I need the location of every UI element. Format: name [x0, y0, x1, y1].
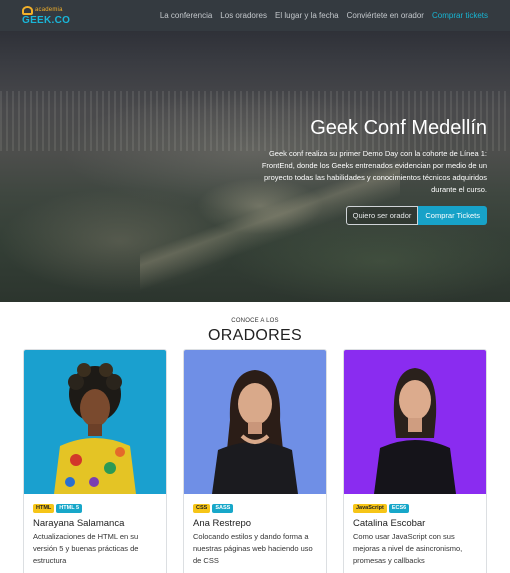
speaker-card[interactable]: CSS SASS Ana Restrepo Colocando estilos …	[183, 349, 327, 573]
speaker-card[interactable]: JavaScript ECS6 Catalina Escobar Como us…	[343, 349, 487, 573]
speaker-portrait-image	[374, 368, 456, 494]
speaker-name: Ana Restrepo	[193, 518, 252, 529]
nav-links: La conferencia Los oradores El lugar y l…	[156, 11, 492, 20]
tech-badge: JavaScript	[353, 504, 387, 513]
card-body: CSS SASS Ana Restrepo Colocando estilos …	[184, 494, 326, 567]
brand-logo[interactable]: academia GEEK.CO	[22, 5, 71, 26]
badge-group: JavaScript ECS6	[353, 504, 477, 513]
card-body: HTML HTML 5 Narayana Salamanca Actualiza…	[24, 494, 166, 567]
nav-link-conference[interactable]: La conferencia	[156, 11, 216, 20]
hero-banner: Geek Conf Medellín Geek conf realiza su …	[0, 31, 510, 302]
become-speaker-button[interactable]: Quiero ser orador	[345, 206, 419, 225]
tech-badge: HTML	[33, 504, 55, 513]
speaker-photo	[24, 350, 166, 494]
nav-link-place-date[interactable]: El lugar y la fecha	[271, 11, 343, 20]
hero-title: Geek Conf Medellín	[310, 117, 487, 139]
tech-badge: CSS	[193, 504, 211, 513]
speaker-portrait-image	[54, 363, 136, 494]
hero-content: Geek Conf Medellín Geek conf realiza su …	[257, 117, 487, 225]
nav-link-speakers[interactable]: Los oradores	[216, 11, 271, 20]
tech-badge: ECS6	[388, 504, 410, 513]
speaker-name: Catalina Escobar	[353, 518, 426, 529]
speaker-portrait-image	[212, 370, 298, 494]
speaker-card[interactable]: HTML HTML 5 Narayana Salamanca Actualiza…	[23, 349, 167, 573]
navbar: academia GEEK.CO La conferencia Los orad…	[0, 0, 510, 31]
section-title: ORADORES	[208, 327, 302, 344]
tech-badge: HTML 5	[56, 504, 83, 513]
speakers-section: CONOCE A LOS ORADORES HTML HTML 5 Naraya…	[0, 302, 510, 573]
hero-button-group: Quiero ser orador Comprar Tickets	[257, 206, 487, 225]
hero-description: Geek conf realiza su primer Demo Day con…	[261, 149, 487, 194]
speaker-description: Actualizaciones de HTML en su versión 5 …	[33, 532, 139, 565]
card-body: JavaScript ECS6 Catalina Escobar Como us…	[344, 494, 486, 567]
speaker-photo	[184, 350, 326, 494]
brand-small-text: academia	[35, 7, 63, 13]
speaker-description: Colocando estilos y dando forma a nuestr…	[193, 532, 313, 565]
speaker-description: Como usar JavaScript con sus mejoras a n…	[353, 532, 463, 565]
nav-link-become-speaker[interactable]: Conviértete en orador	[343, 11, 428, 20]
badge-group: CSS SASS	[193, 504, 317, 513]
buy-tickets-button[interactable]: Comprar Tickets	[418, 206, 487, 225]
speaker-photo	[344, 350, 486, 494]
tech-badge: SASS	[212, 504, 234, 513]
speaker-cards: HTML HTML 5 Narayana Salamanca Actualiza…	[23, 349, 487, 573]
nav-link-buy-tickets[interactable]: Comprar tickets	[428, 11, 492, 20]
brand-main-text: GEEK.CO	[22, 14, 71, 26]
headphones-icon	[22, 5, 33, 15]
speaker-name: Narayana Salamanca	[33, 518, 125, 529]
section-kicker: CONOCE A LOS	[231, 318, 279, 324]
badge-group: HTML HTML 5	[33, 504, 157, 513]
